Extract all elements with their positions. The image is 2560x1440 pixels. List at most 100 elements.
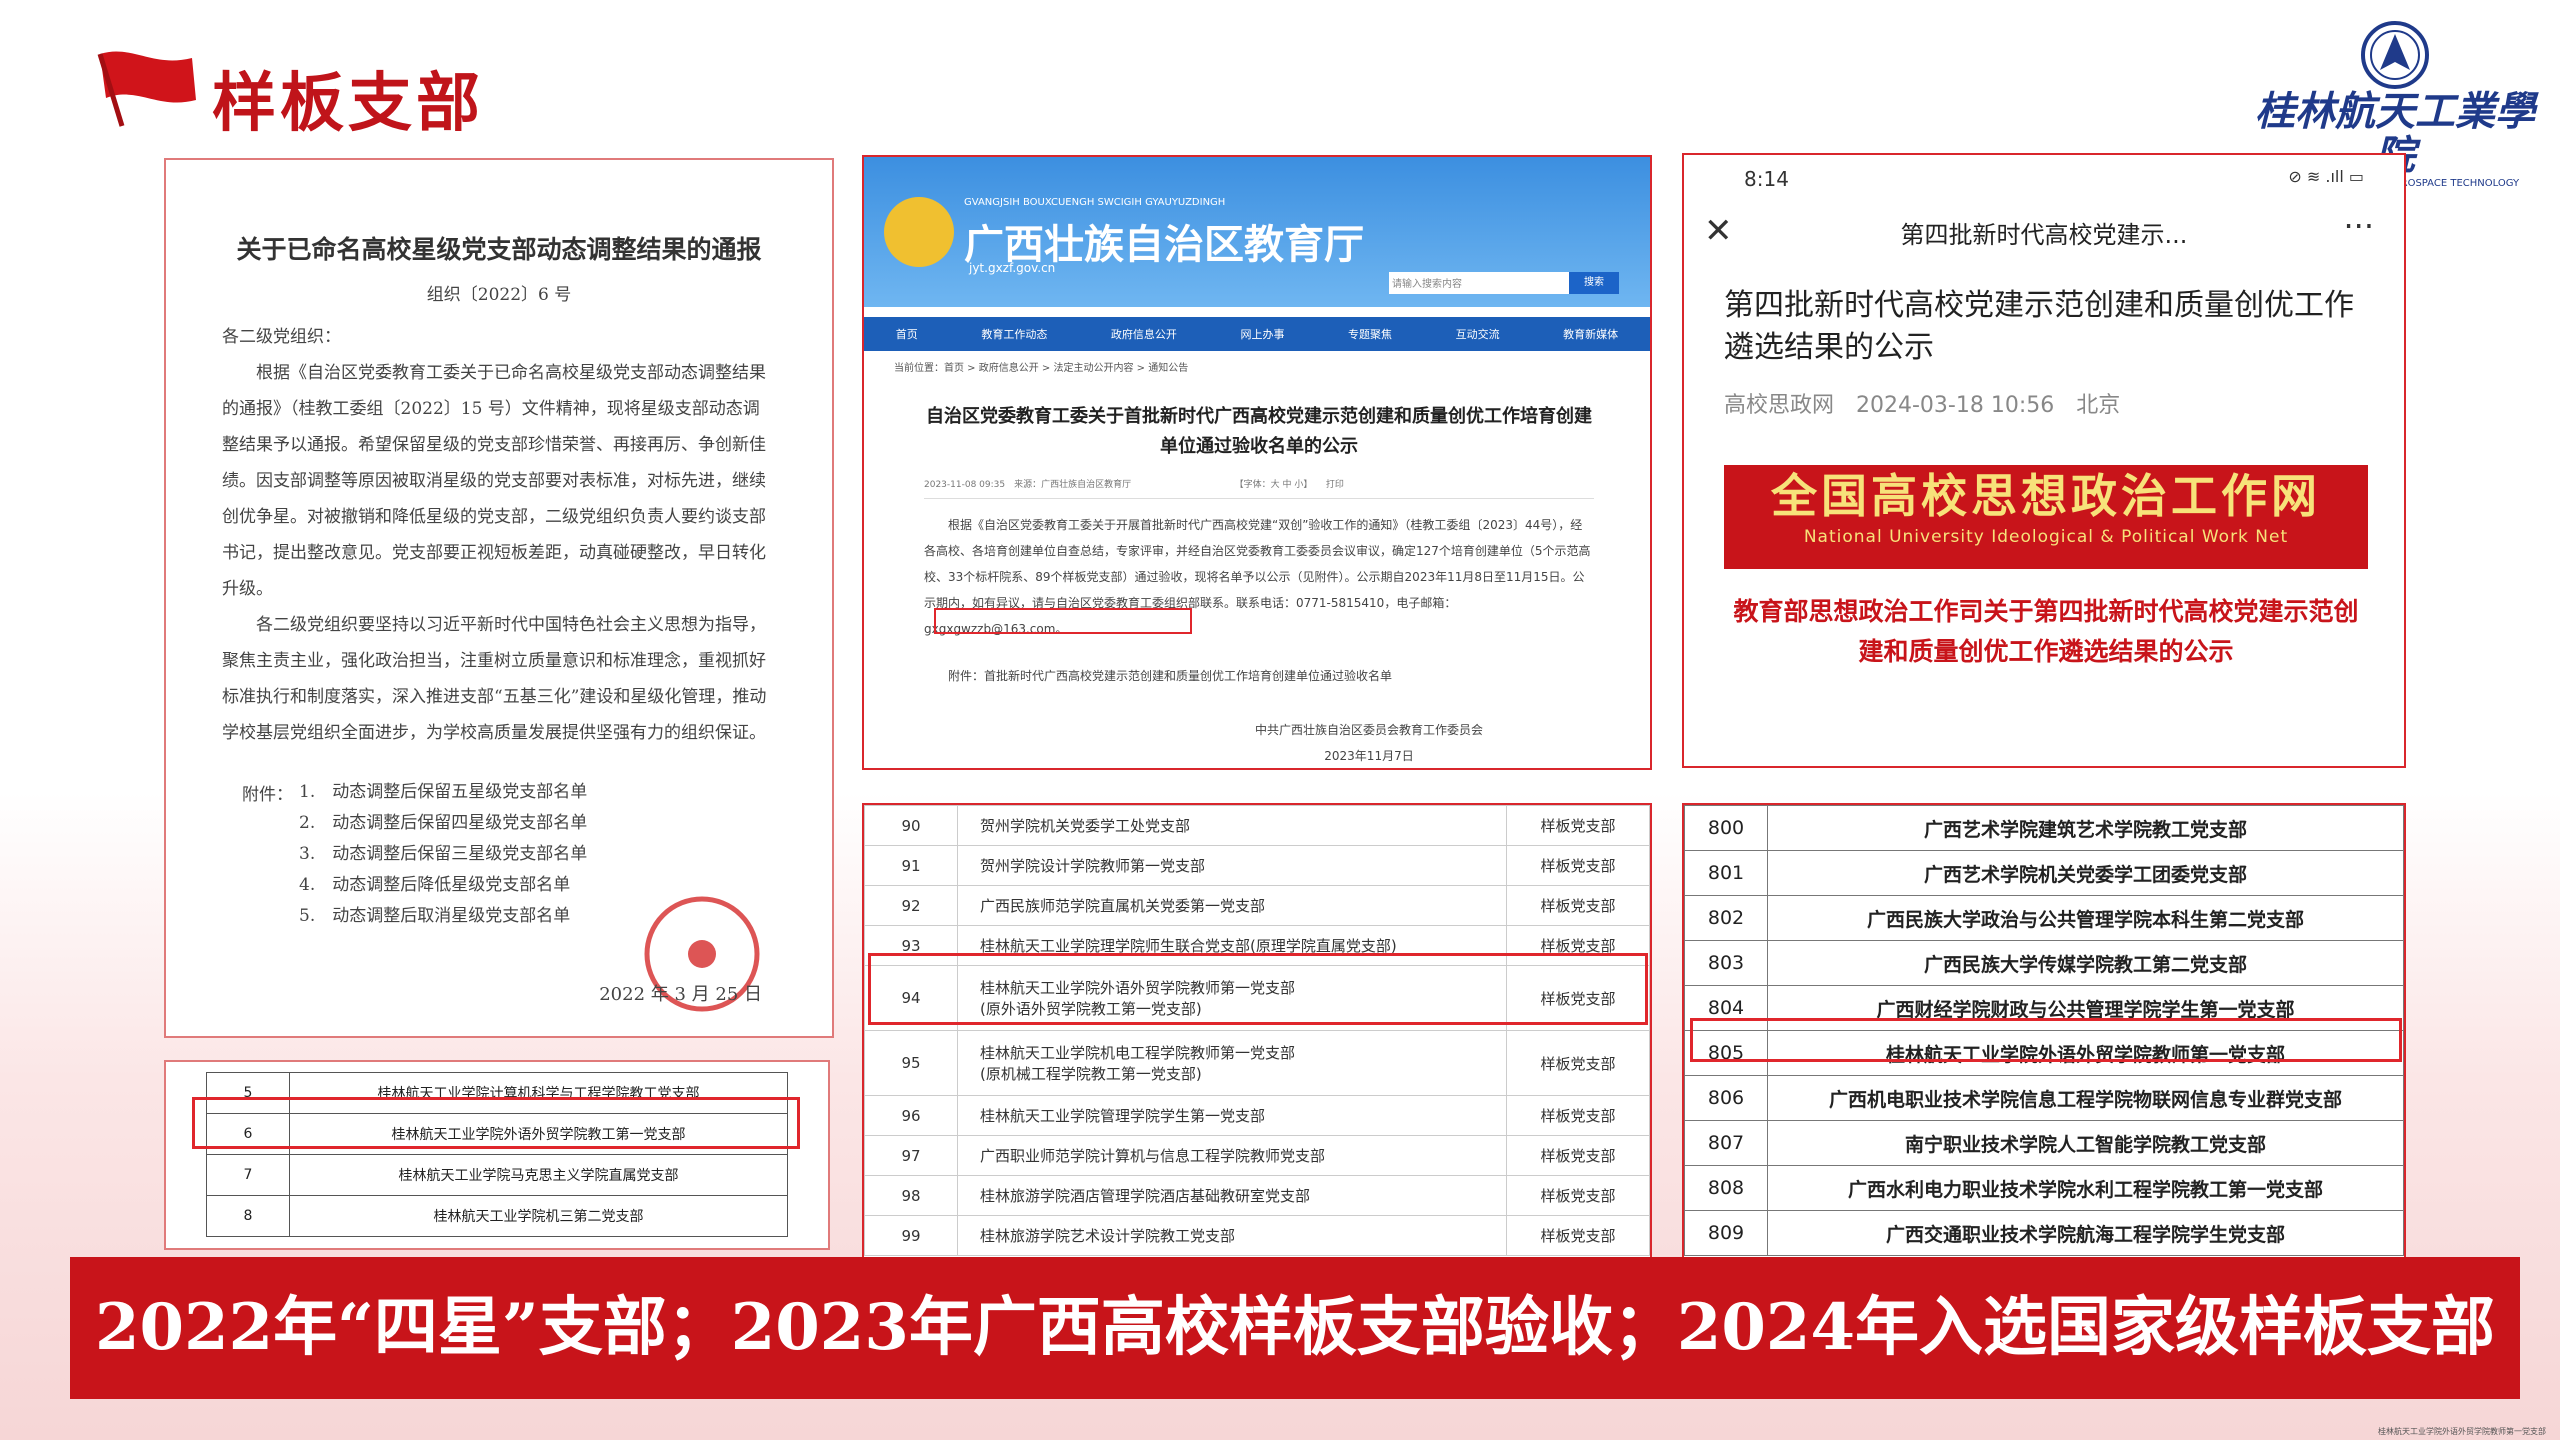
site-nav: 首页 教育工作动态 政府信息公开 网上办事 专题聚焦 互动交流 教育新媒体 — [864, 317, 1650, 351]
attachment-item: 2. 动态调整后保留四星级党支部名单 — [299, 813, 588, 833]
nav-item[interactable]: 政府信息公开 — [1111, 326, 1177, 342]
branch-category: 样板党支部 — [1506, 1175, 1650, 1216]
row-number: 91 — [864, 845, 958, 886]
branch-name-cell: 桂林航天工业学院机电工程学院教师第一党支部 (原机械工程学院教工第一党支部) — [957, 1030, 1507, 1096]
branch-name: 广西艺术学院机关党委学工团委党支部 — [1767, 850, 2404, 896]
branch-name: 广西民族大学传媒学院教工第二党支部 — [1767, 940, 2404, 986]
row-number: 96 — [864, 1095, 958, 1136]
notice-salutation: 各二级党组织： — [222, 327, 341, 347]
notice-paragraph-2: 各二级党组织要坚持以习近平新时代中国特色社会主义思想为指导，聚焦主责主业，强化政… — [222, 615, 767, 743]
table-row: 90 贺州学院机关党委学工处党支部 样板党支部 — [864, 805, 1650, 846]
signer: 中共广西壮族自治区委员会教育工作委员会 — [1254, 723, 1483, 737]
branch-category: 样板党支部 — [1506, 1030, 1650, 1096]
site-banner: GVANGJSIH BOUXCUENGH SWCIGIH GYAUYUZDING… — [864, 157, 1650, 307]
branch-name: 桂林旅游学院酒店管理学院酒店基础教研室党支部 — [957, 1175, 1507, 1216]
row-number: 8 — [206, 1195, 290, 1237]
breadcrumb: 当前位置：首页 > 政府信息公开 > 法定主动公开内容 > 通知公告 — [894, 363, 1189, 374]
site-pinyin: GVANGJSIH BOUXCUENGH SWCIGIH GYAUYUZDING… — [964, 197, 1226, 208]
phone-article-source: 高校思政网 2024-03-18 10:56 北京 — [1724, 393, 2121, 418]
summary-banner-text: 2022年“四星”支部；2023年广西高校样板支部验收；2024年入选国家级样板… — [95, 1290, 2495, 1365]
row-number: 806 — [1684, 1075, 1768, 1121]
university-logo: 桂林航天工業學院 GUILIN UNIVERSITY OF AEROSPACE … — [2250, 20, 2540, 189]
article-attachment[interactable]: 附件：首批新时代广西高校党建示范创建和质量创优工作培育创建单位通过验收名单 — [924, 667, 1594, 684]
table-row: 801 广西艺术学院机关党委学工团委党支部 — [1684, 850, 2404, 896]
branch-name: 广西民族师范学院直属机关党委第一党支部 — [957, 885, 1507, 926]
highlight-box — [868, 953, 1648, 1025]
row-number: 95 — [864, 1030, 958, 1096]
branch-name: 广西艺术学院建筑艺术学院教工党支部 — [1767, 805, 2404, 851]
star-branch-notice: 关于已命名高校星级党支部动态调整结果的通报 组织〔2022〕6 号 各二级党组织… — [164, 158, 834, 1038]
row-number: 98 — [864, 1175, 958, 1216]
banner-cn: 全国高校思想政治工作网 — [1771, 469, 2321, 523]
article-highlight: 公示期自2023年11月8日至11月15日。 — [1356, 570, 1573, 584]
row-number: 92 — [864, 885, 958, 926]
attachment-item: 4. 动态调整后降低星级党支部名单 — [299, 875, 571, 895]
table-row: 803 广西民族大学传媒学院教工第二党支部 — [1684, 940, 2404, 986]
highlight-box — [192, 1097, 800, 1149]
footnote: 桂林航天工业学院外语外贸学院教师第一党支部 — [2378, 1427, 2546, 1436]
search-button[interactable]: 搜索 — [1569, 272, 1619, 294]
branch-name: 桂林旅游学院艺术设计学院教工党支部 — [957, 1215, 1507, 1256]
highlight-box — [1690, 1018, 2402, 1062]
phone-article: 8:14 ⊘ ≋ .ıll ▭ 第四批新时代高校党建示... ✕ ··· 第四批… — [1682, 153, 2406, 768]
attachment-item: 1. 动态调整后保留五星级党支部名单 — [299, 782, 588, 802]
nav-item[interactable]: 专题聚焦 — [1348, 326, 1392, 342]
row-number: 99 — [864, 1215, 958, 1256]
table-row: 800 广西艺术学院建筑艺术学院教工党支部 — [1684, 805, 2404, 851]
search-input[interactable]: 请输入搜索内容 — [1389, 272, 1569, 294]
table-row: 95 桂林航天工业学院机电工程学院教师第一党支部 (原机械工程学院教工第一党支部) 样… — [864, 1030, 1650, 1096]
row-number: 7 — [206, 1154, 290, 1196]
row-number: 802 — [1684, 895, 1768, 941]
table-row: 92 广西民族师范学院直属机关党委第一党支部 样板党支部 — [864, 885, 1650, 926]
highlight-box — [934, 608, 1192, 634]
table-row: 91 贺州学院设计学院教师第一党支部 样板党支部 — [864, 845, 1650, 886]
more-icon[interactable]: ··· — [2343, 207, 2374, 245]
notice-title: 关于已命名高校星级党支部动态调整结果的通报 — [236, 235, 762, 264]
branch-name: 南宁职业技术学院人工智能学院教工党支部 — [1767, 1120, 2404, 1166]
table-row: 96 桂林航天工业学院管理学院学生第一党支部 样板党支部 — [864, 1095, 1650, 1136]
row-number: 97 — [864, 1135, 958, 1176]
branch-name: 广西民族大学政治与公共管理学院本科生第二党支部 — [1767, 895, 2404, 941]
nav-item[interactable]: 互动交流 — [1456, 326, 1500, 342]
nav-item[interactable]: 首页 — [896, 326, 918, 342]
row-number: 808 — [1684, 1165, 1768, 1211]
table-row: 99 桂林旅游学院艺术设计学院教工党支部 样板党支部 — [864, 1215, 1650, 1256]
phone-article-heading: 教育部思想政治工作司关于第四批新时代高校党建示范创建和质量创优工作遴选结果的公示 — [1733, 597, 2359, 666]
nav-item[interactable]: 网上办事 — [1240, 326, 1284, 342]
nav-item[interactable]: 教育工作动态 — [981, 326, 1047, 342]
table-row: 98 桂林旅游学院酒店管理学院酒店基础教研室党支部 样板党支部 — [864, 1175, 1650, 1216]
sign-date: 2023年11月7日 — [1324, 749, 1414, 763]
article-meta: 2023-11-08 09:35 来源：广西壮族自治区教育厅 【字体：大 中 小… — [924, 477, 1594, 499]
status-time: 8:14 — [1744, 167, 1789, 191]
branch-name: 广西机电职业技术学院信息工程学院物联网信息专业群党支部 — [1767, 1075, 2404, 1121]
attachment-item: 5. 动态调整后取消星级党支部名单 — [299, 906, 571, 926]
branch-name: 桂林航天工业学院机电工程学院教师第一党支部 — [980, 1044, 1296, 1062]
branch-name: 桂林航天工业学院管理学院学生第一党支部 — [957, 1095, 1507, 1136]
close-icon[interactable]: ✕ — [1704, 211, 1733, 251]
branch-name: 贺州学院机关党委学工处党支部 — [957, 805, 1507, 846]
red-flag-icon — [97, 51, 196, 127]
table-row: 8 桂林航天工业学院机三第二党支部 — [206, 1195, 788, 1237]
phone-header-title: 第四批新时代高校党建示... — [1900, 221, 2188, 249]
page-title: 样板支部 — [212, 67, 484, 141]
university-emblem-icon — [2361, 21, 2429, 89]
summary-banner: 2022年“四星”支部；2023年广西高校样板支部验收；2024年入选国家级样板… — [70, 1257, 2520, 1399]
row-number: 801 — [1684, 850, 1768, 896]
branch-category: 样板党支部 — [1506, 1095, 1650, 1136]
table-row: 808 广西水利电力职业技术学院水利工程学院教工第一党支部 — [1684, 1165, 2404, 1211]
article-signature: 中共广西壮族自治区委员会教育工作委员会 2023年11月7日 — [1204, 717, 1534, 768]
branch-category: 样板党支部 — [1506, 885, 1650, 926]
row-number: 807 — [1684, 1120, 1768, 1166]
branch-name: 广西交通职业技术学院航海工程学院学生党支部 — [1767, 1210, 2404, 1256]
row-number: 800 — [1684, 805, 1768, 851]
site-banner-image: 全国高校思想政治工作网 National University Ideologi… — [1724, 465, 2368, 569]
table-row: 807 南宁职业技术学院人工智能学院教工党支部 — [1684, 1120, 2404, 1166]
national-emblem-icon — [884, 197, 954, 267]
status-icons: ⊘ ≋ .ıll ▭ — [2288, 167, 2364, 186]
row-number: 90 — [864, 805, 958, 846]
nav-item[interactable]: 教育新媒体 — [1563, 326, 1618, 342]
table-row: 809 广西交通职业技术学院航海工程学院学生党支部 — [1684, 1210, 2404, 1256]
branch-category: 样板党支部 — [1506, 1215, 1650, 1256]
branch-category: 样板党支部 — [1506, 845, 1650, 886]
branch-category: 样板党支部 — [1506, 1135, 1650, 1176]
